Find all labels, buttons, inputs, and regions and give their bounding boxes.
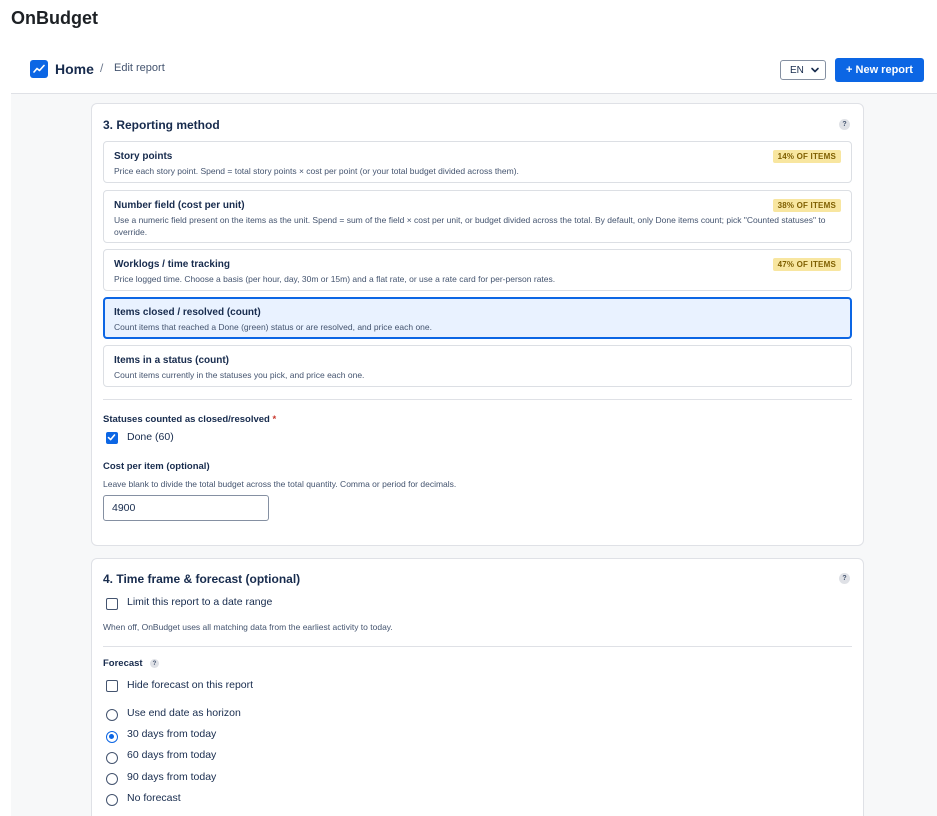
trend-chart-icon[interactable]	[30, 60, 48, 78]
help-icon[interactable]: ?	[839, 119, 850, 130]
statuses-label: Statuses counted as closed/resolved *	[103, 414, 276, 425]
checkmark-icon	[107, 434, 116, 441]
forecast-label: Forecast	[103, 658, 143, 669]
section-title: 4. Time frame & forecast (optional)	[103, 572, 301, 586]
option-title: Story points	[114, 151, 173, 162]
horizon-end-date-label: Use end date as horizon	[127, 707, 241, 719]
coverage-badge: 14% OF ITEMS	[772, 150, 841, 163]
horizon-60-days-label: 60 days from today	[127, 749, 217, 761]
horizon-end-date-radio[interactable]	[106, 709, 118, 721]
horizon-90-days-label: 90 days from today	[127, 771, 217, 783]
option-description: Count items currently in the statuses yo…	[114, 370, 365, 380]
option-story-points[interactable]: Story points Price each story point. Spe…	[103, 141, 852, 183]
cost-per-item-input[interactable]: 4900	[103, 495, 269, 521]
language-value: EN	[790, 64, 804, 76]
option-description: Price each story point. Spend = total st…	[114, 166, 519, 176]
reporting-method-card: 3. Reporting method ? Story points Price…	[91, 103, 864, 546]
chevron-down-icon	[811, 67, 819, 73]
breadcrumb-home-link[interactable]: Home	[55, 61, 94, 77]
breadcrumb-separator: /	[100, 61, 104, 75]
help-icon[interactable]: ?	[839, 573, 850, 584]
option-worklogs[interactable]: Worklogs / time tracking Price logged ti…	[103, 249, 852, 291]
app-title: OnBudget	[11, 8, 98, 28]
option-description: Count items that reached a Done (green) …	[114, 322, 432, 332]
cost-per-item-value: 4900	[112, 502, 136, 514]
option-title: Worklogs / time tracking	[114, 259, 230, 270]
divider	[103, 646, 852, 647]
top-bar: Home / Edit report EN + New report	[11, 50, 937, 94]
coverage-badge: 38% OF ITEMS	[772, 199, 841, 212]
cost-per-item-helper: Leave blank to divide the total budget a…	[103, 479, 457, 489]
done-status-label: Done (60)	[127, 431, 174, 443]
section-title: 3. Reporting method	[103, 118, 220, 132]
help-icon[interactable]: ?	[150, 659, 159, 668]
required-mark: *	[272, 414, 277, 425]
option-items-in-status[interactable]: Items in a status (count) Count items cu…	[103, 345, 852, 387]
horizon-none-radio[interactable]	[106, 794, 118, 806]
cost-per-item-label: Cost per item (optional)	[103, 461, 210, 472]
option-number-field[interactable]: Number field (cost per unit) Use a numer…	[103, 190, 852, 243]
divider	[103, 399, 852, 400]
hide-forecast-checkbox[interactable]	[106, 680, 118, 692]
option-title: Number field (cost per unit)	[114, 200, 245, 211]
horizon-none-label: No forecast	[127, 792, 181, 804]
option-title: Items in a status (count)	[114, 355, 230, 366]
horizon-30-days-radio[interactable]	[106, 731, 118, 743]
time-frame-card: 4. Time frame & forecast (optional) ? Li…	[91, 558, 864, 816]
done-status-checkbox[interactable]	[106, 432, 118, 444]
horizon-30-days-label: 30 days from today	[127, 728, 217, 740]
option-description: Price logged time. Choose a basis (per h…	[114, 274, 556, 284]
option-title: Items closed / resolved (count)	[114, 307, 261, 318]
new-report-button[interactable]: + New report	[835, 58, 924, 82]
limit-date-range-helper: When off, OnBudget uses all matching dat…	[103, 622, 393, 632]
limit-date-range-label: Limit this report to a date range	[127, 596, 273, 608]
coverage-badge: 47% OF ITEMS	[772, 258, 841, 271]
language-select[interactable]: EN	[780, 60, 826, 80]
hide-forecast-label: Hide forecast on this report	[127, 679, 254, 691]
statuses-label-text: Statuses counted as closed/resolved	[103, 414, 270, 425]
option-description: Use a numeric field present on the items…	[114, 215, 826, 237]
option-items-closed[interactable]: Items closed / resolved (count) Count it…	[103, 297, 852, 339]
horizon-60-days-radio[interactable]	[106, 752, 118, 764]
horizon-90-days-radio[interactable]	[106, 773, 118, 785]
limit-date-range-checkbox[interactable]	[106, 598, 118, 610]
breadcrumb-current: Edit report	[114, 62, 165, 74]
